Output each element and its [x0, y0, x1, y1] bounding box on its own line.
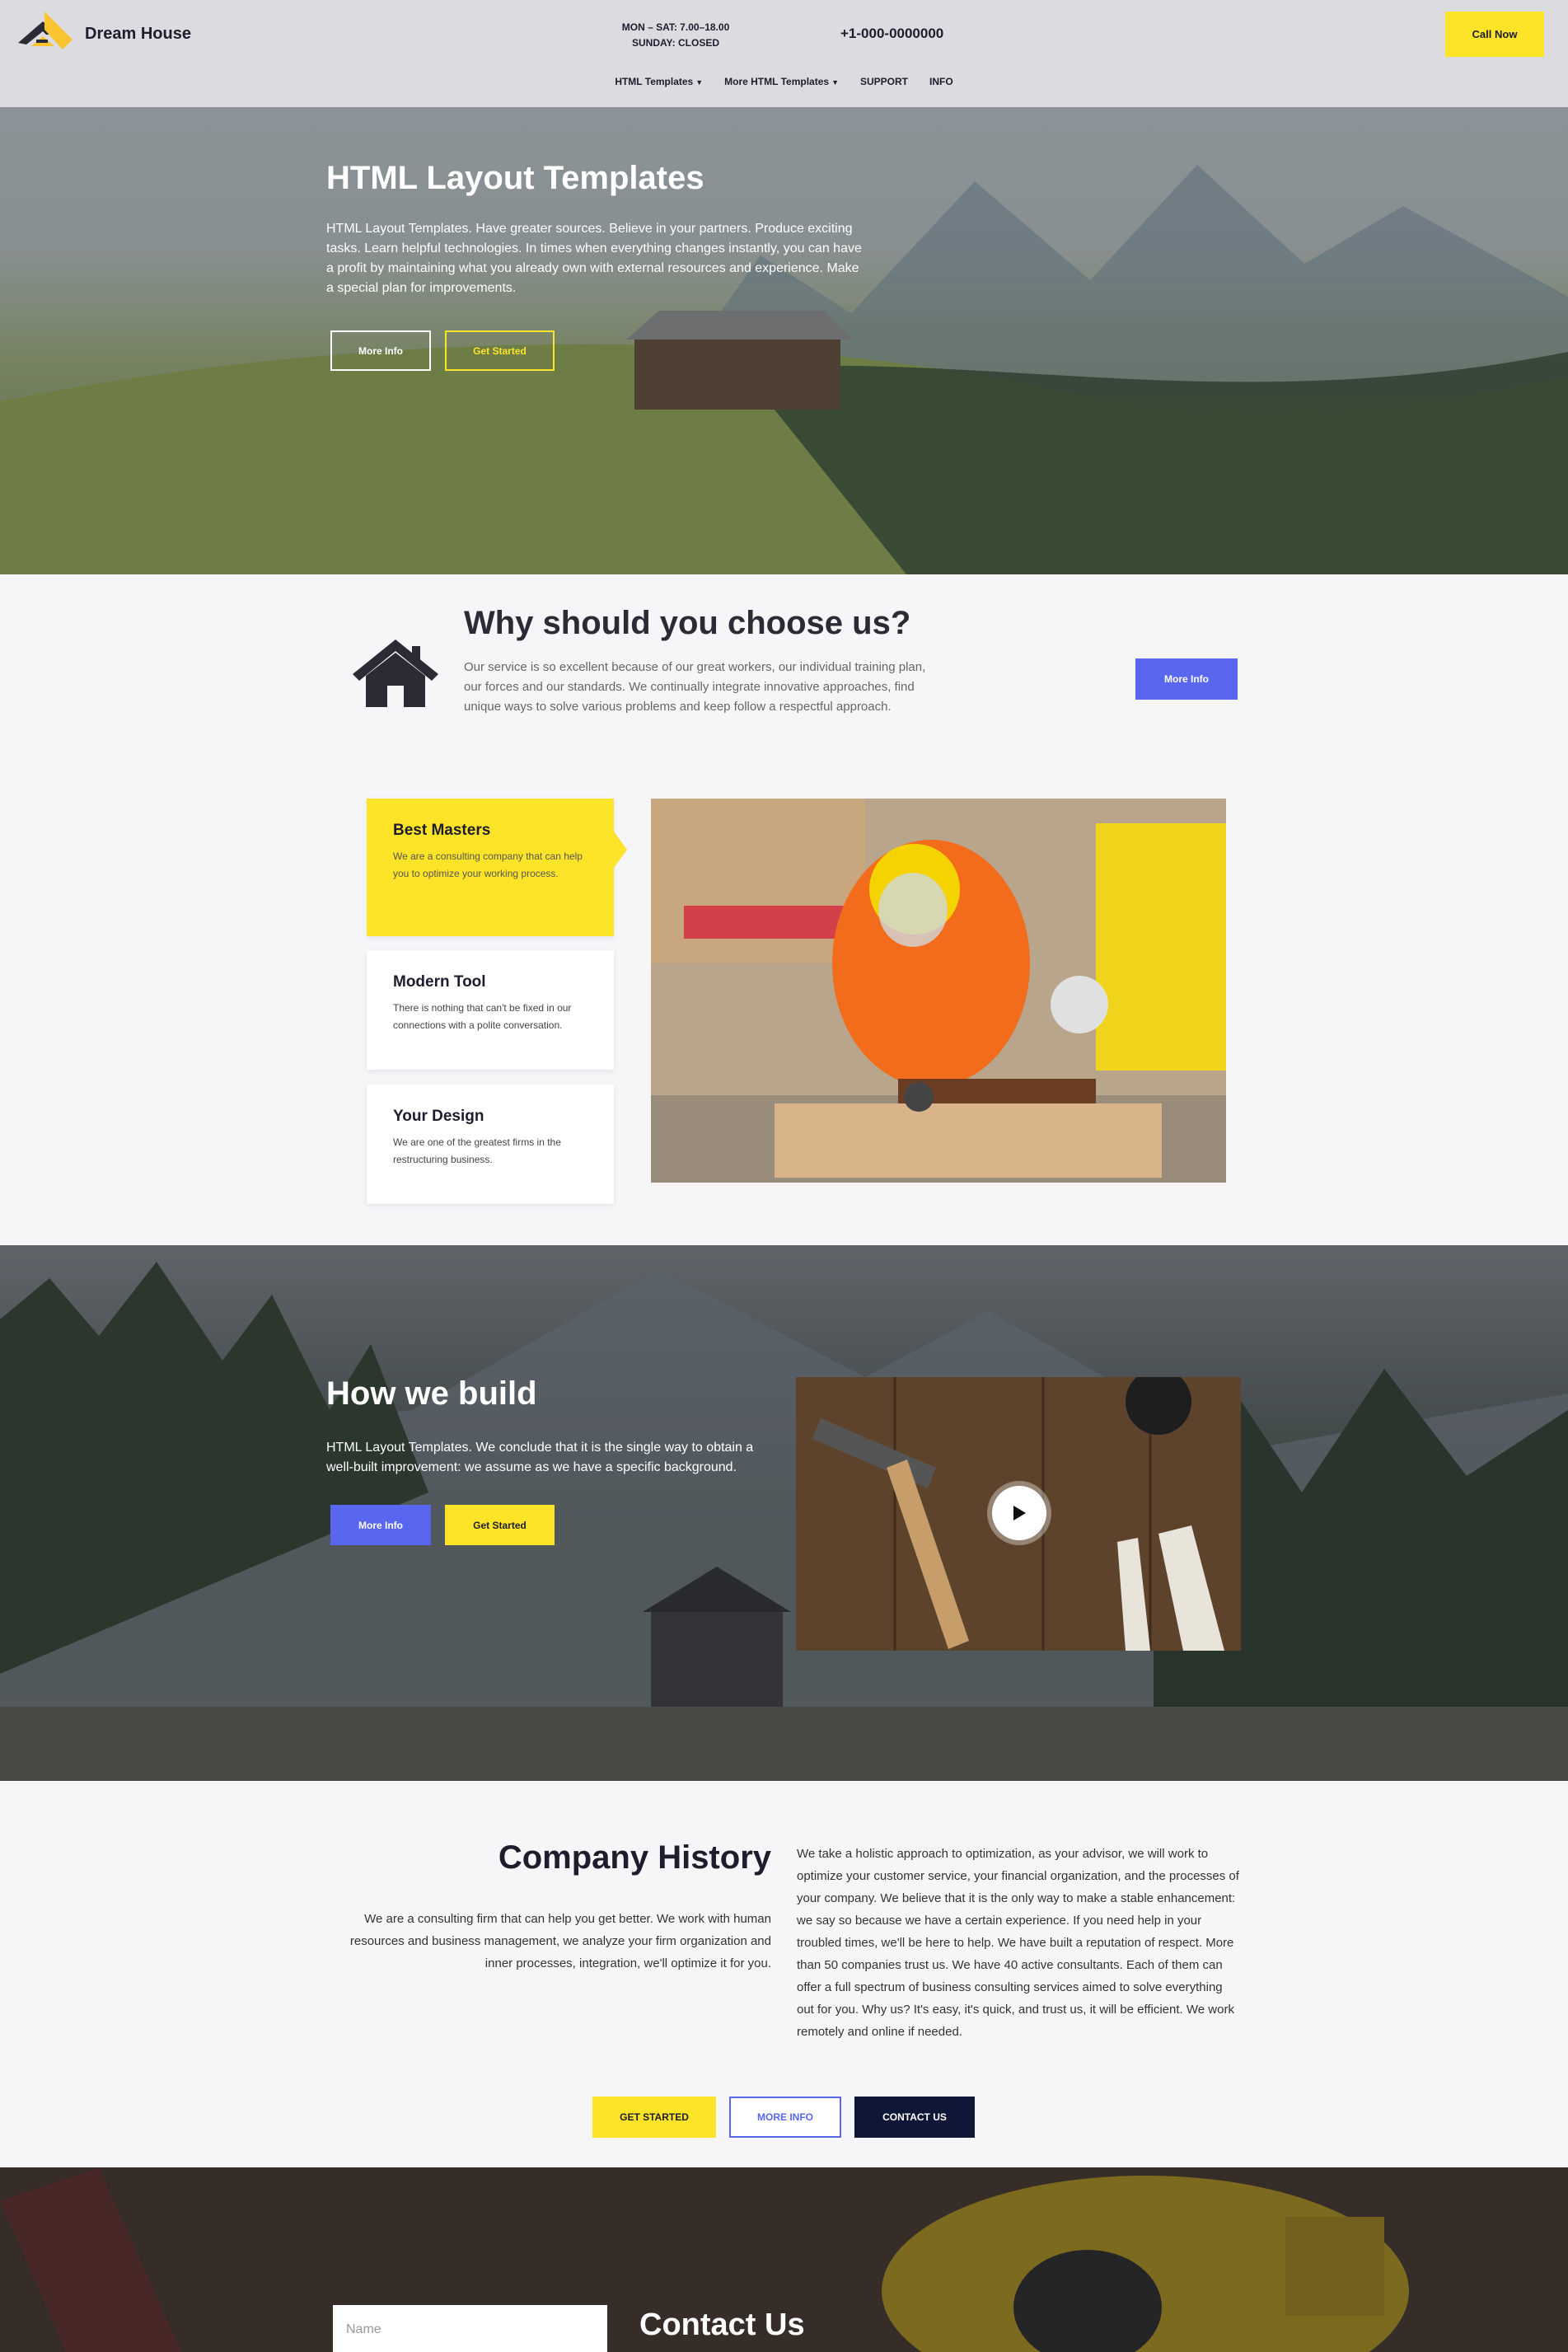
history-right-text: We take a holistic approach to optimizat…: [797, 1847, 1239, 2039]
hero-more-info-button[interactable]: More Info: [330, 330, 431, 371]
hero-hill-bg: [0, 311, 1568, 574]
why-title: Why should you choose us?: [464, 605, 911, 641]
nav-item-info[interactable]: INFO: [929, 76, 953, 87]
feature-title: Best Masters: [393, 822, 491, 839]
feature-text: We are a consulting company that can hel…: [393, 850, 583, 879]
hours-sunday: SUNDAY: CLOSED: [631, 37, 719, 49]
house-icon: [353, 640, 438, 707]
build-get-started-button[interactable]: Get Started: [445, 1505, 555, 1545]
why-more-info-button[interactable]: More Info: [1135, 658, 1238, 700]
hero-text: HTML Layout Templates. Have greater sour…: [326, 222, 862, 295]
nav-label: More HTML Templates: [724, 76, 830, 87]
hero-get-started-button[interactable]: Get Started: [445, 330, 555, 371]
play-button[interactable]: [992, 1486, 1046, 1540]
video-player[interactable]: [796, 1377, 1241, 1651]
hours-weekdays: MON – SAT: 7.00–18.00: [621, 21, 730, 33]
caret-down-icon: ▼: [831, 78, 839, 87]
contact-title: Contact Us: [639, 2307, 805, 2342]
feature-card-modern-tool[interactable]: Modern Tool There is nothing that can't …: [367, 950, 614, 1070]
feature-card-best-masters[interactable]: Best Masters We are a consulting company…: [367, 799, 627, 936]
nav-item-html-templates[interactable]: HTML Templates ▼: [615, 76, 703, 87]
contact-us-button[interactable]: CONTACT US: [854, 2097, 975, 2138]
get-started-button[interactable]: GET STARTED: [592, 2097, 716, 2138]
nav-item-more-html-templates[interactable]: More HTML Templates ▼: [724, 76, 839, 87]
history-left-text: We are a consulting firm that can help y…: [349, 1912, 771, 1970]
why-text: Our service is so excellent because of o…: [464, 660, 926, 714]
hero-section: HTML Layout Templates HTML Layout Templa…: [0, 107, 1568, 574]
feature-card-your-design[interactable]: Your Design We are one of the greatest f…: [367, 1085, 614, 1204]
feature-title: Your Design: [393, 1108, 484, 1125]
worker-photo: [651, 799, 1226, 1183]
nav-label: HTML Templates: [615, 76, 694, 87]
brand-name[interactable]: Dream House: [85, 25, 191, 44]
site-header: Dream House MON – SAT: 7.00–18.00 SUNDAY…: [0, 0, 1568, 107]
phone-number[interactable]: +1-000-0000000: [840, 26, 943, 42]
caret-down-icon: ▼: [695, 78, 704, 87]
build-text: HTML Layout Templates. We conclude that …: [326, 1441, 754, 1474]
more-info-button[interactable]: MORE INFO: [729, 2097, 841, 2138]
feature-text: There is nothing that can't be fixed in …: [393, 1002, 572, 1031]
name-field[interactable]: [333, 2305, 607, 2352]
contact-section: Contact Us: [0, 2167, 1568, 2352]
feature-text: We are one of the greatest firms in the …: [393, 1136, 561, 1165]
history-title: Company History: [498, 1839, 771, 1876]
build-overlay: [0, 1245, 1568, 1781]
call-now-button[interactable]: Call Now: [1445, 12, 1544, 57]
play-icon: [1013, 1506, 1026, 1520]
hero-title: HTML Layout Templates: [326, 160, 704, 196]
build-more-info-button[interactable]: More Info: [330, 1505, 431, 1545]
logo-house-icon[interactable]: [15, 10, 76, 56]
business-hours: MON – SAT: 7.00–18.00 SUNDAY: CLOSED: [593, 20, 758, 51]
feature-title: Modern Tool: [393, 973, 486, 991]
build-title: How we build: [326, 1375, 537, 1412]
nav-item-support[interactable]: SUPPORT: [860, 76, 908, 87]
main-nav: HTML Templates ▼ More HTML Templates ▼ SUP…: [0, 76, 1568, 87]
how-we-build-section: How we build HTML Layout Templates. We c…: [0, 1245, 1568, 1781]
